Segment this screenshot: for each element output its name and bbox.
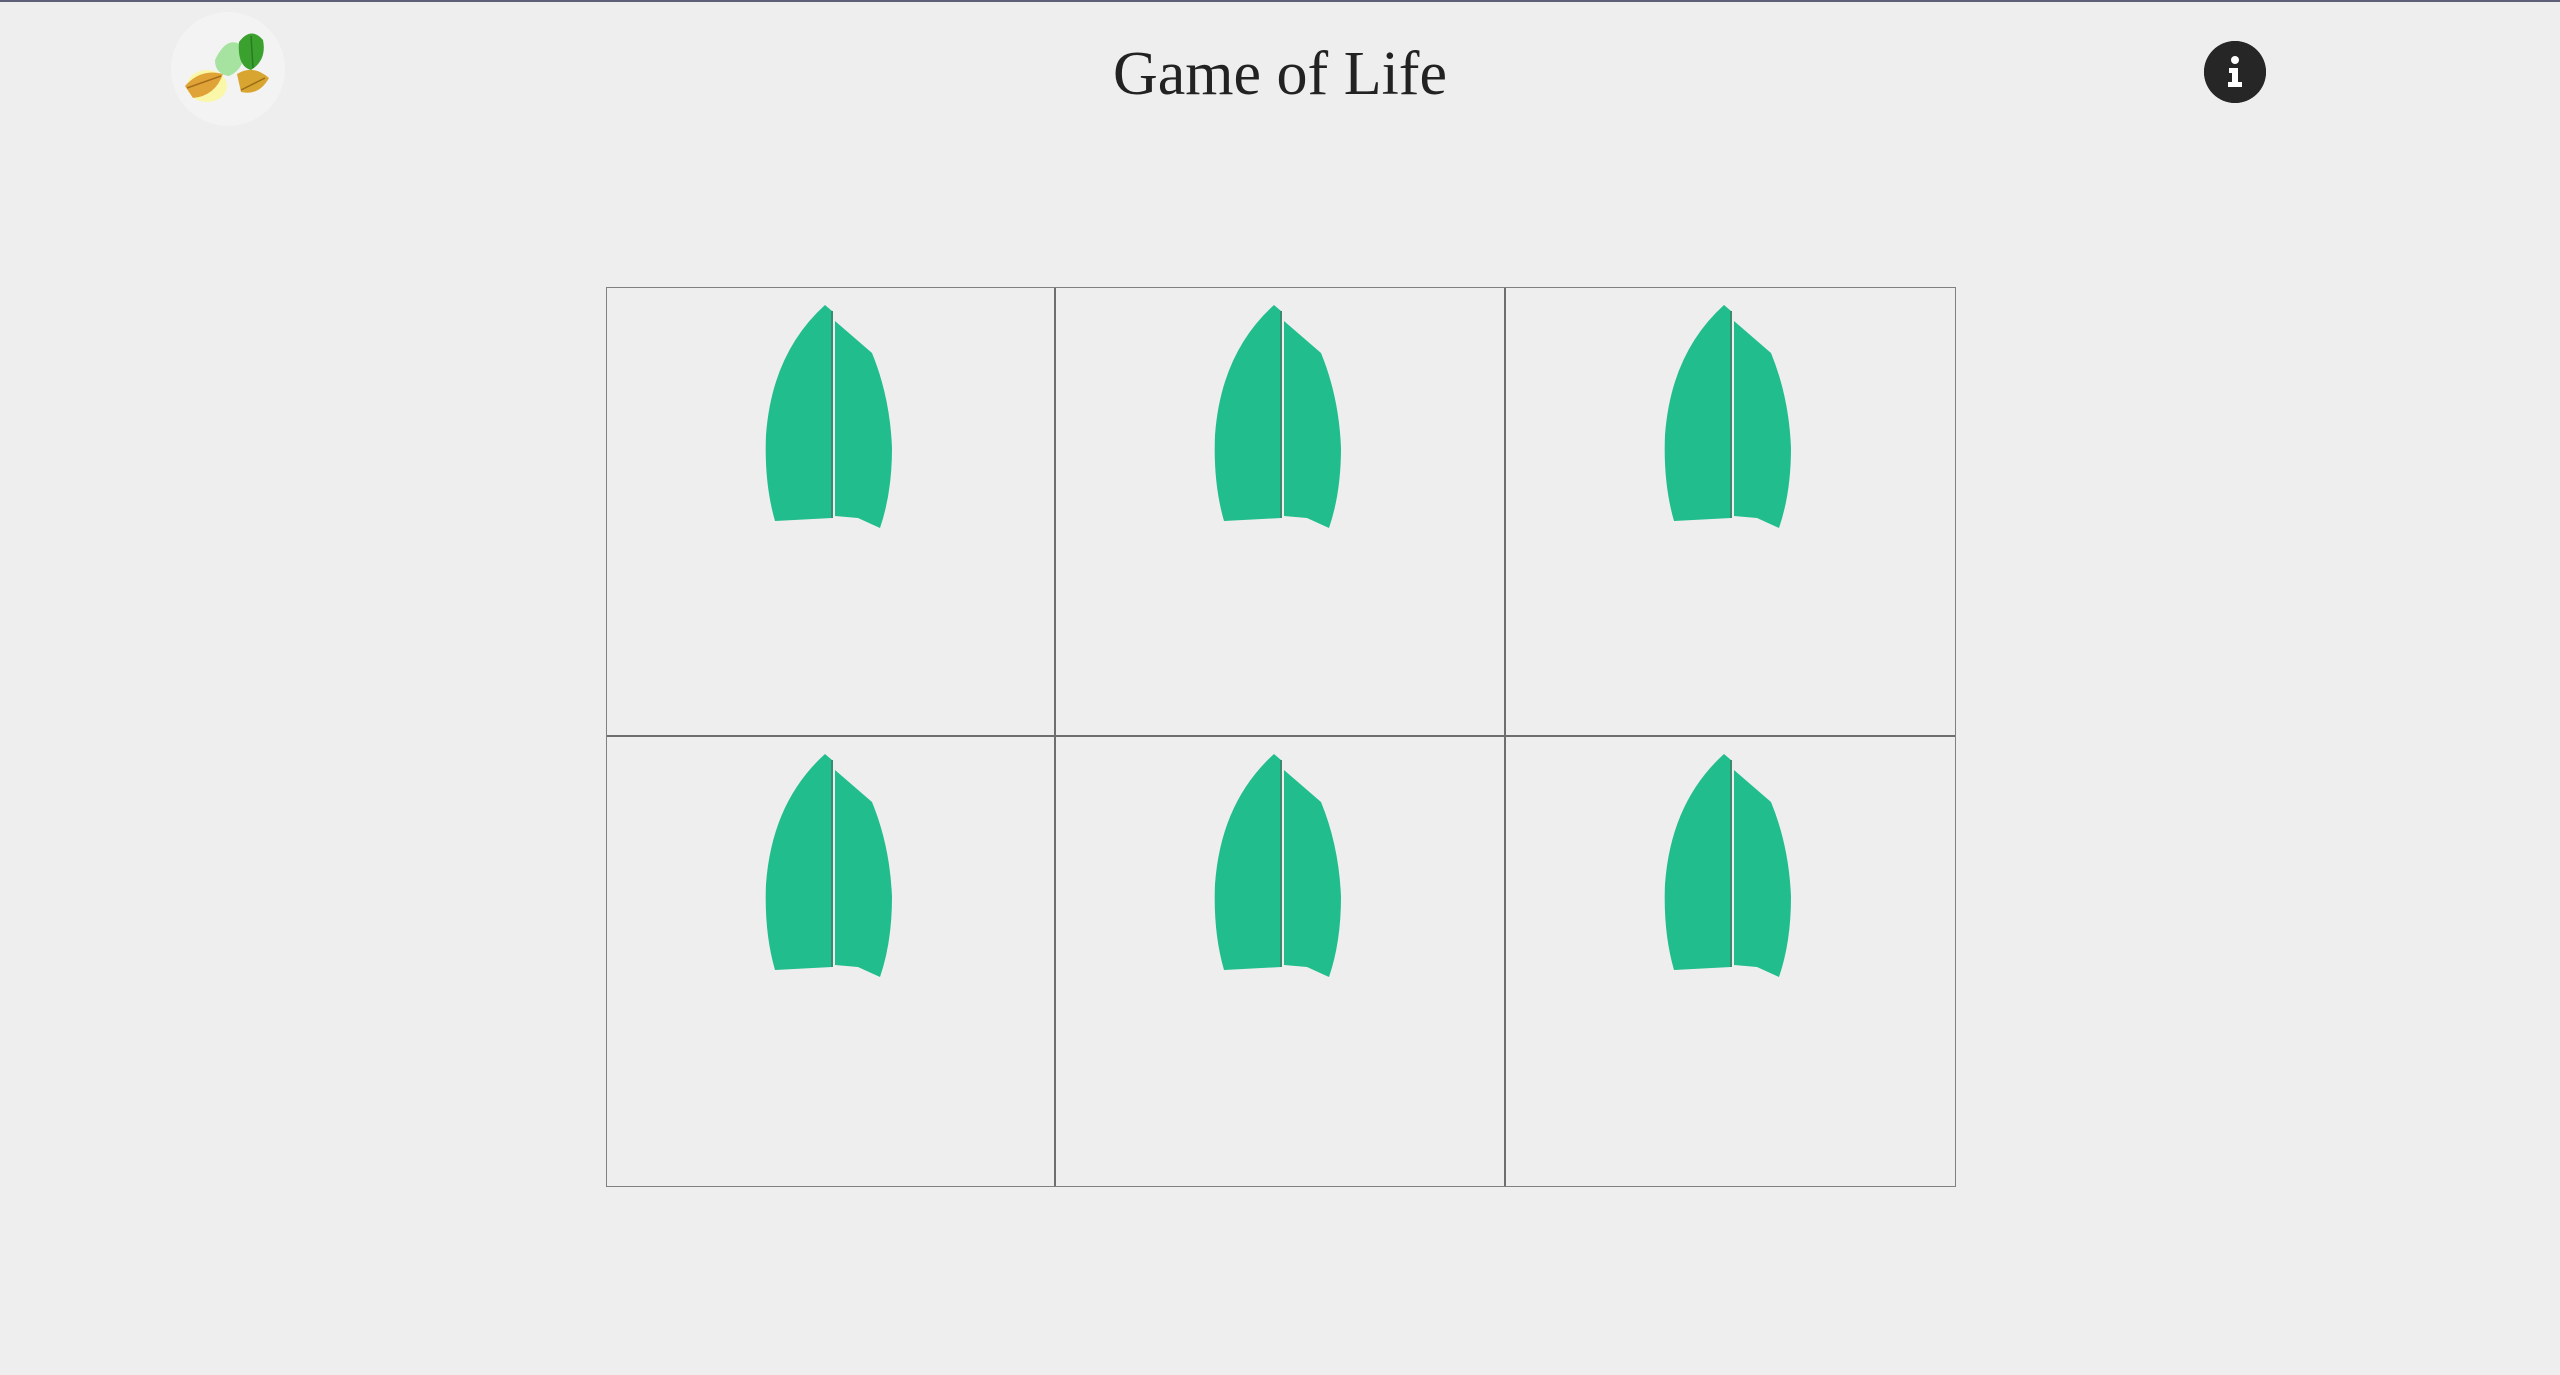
leaf-icon xyxy=(1211,752,1351,977)
info-icon xyxy=(2204,41,2266,103)
leaf-icon xyxy=(1211,303,1351,528)
board-cell[interactable] xyxy=(1056,737,1506,1186)
game-board xyxy=(606,287,1956,1187)
leaf-icon xyxy=(762,303,902,528)
leaf-icon xyxy=(762,752,902,977)
page-title-text: Game of Life xyxy=(1113,40,1447,108)
logo[interactable] xyxy=(171,12,285,126)
board-cell[interactable] xyxy=(607,737,1057,1186)
info-button[interactable] xyxy=(2204,41,2266,103)
board-cell[interactable] xyxy=(1505,288,1955,737)
board-cell[interactable] xyxy=(1506,737,1955,1186)
leaf-icon xyxy=(1661,752,1801,977)
page-title: Game of Life xyxy=(0,32,2560,116)
leaves-logo-icon xyxy=(172,13,284,125)
leaf-icon xyxy=(1661,303,1801,528)
board-cell[interactable] xyxy=(1056,288,1506,737)
board-cell[interactable] xyxy=(607,288,1057,737)
